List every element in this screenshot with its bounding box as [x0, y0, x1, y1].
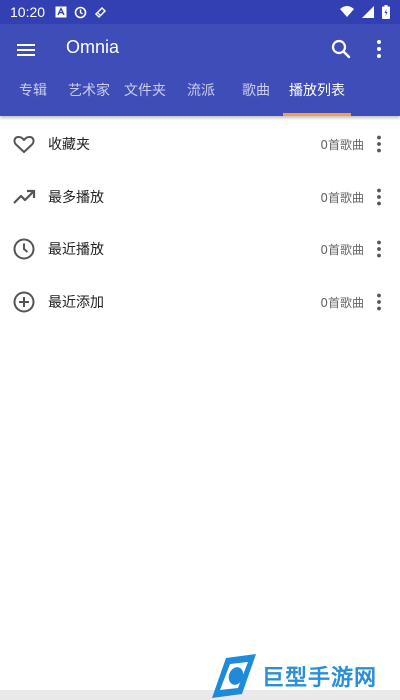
trending-up-icon	[13, 189, 36, 204]
watermark: 巨型手游网	[210, 652, 400, 700]
status-bar: 10:20	[0, 0, 400, 24]
watermark-text: 巨型手游网	[262, 666, 378, 691]
battery-icon	[382, 5, 390, 19]
list-item-recently-added[interactable]: 最近添加 0首歌曲	[0, 276, 400, 329]
tab-playlists[interactable]: 播放列表	[283, 76, 351, 116]
pencil-tag-icon	[94, 6, 107, 18]
status-time: 10:20	[10, 4, 46, 20]
list-item-recently-played[interactable]: 最近播放 0首歌曲	[0, 223, 400, 276]
list-item-favorites[interactable]: 收藏夹 0首歌曲	[0, 118, 400, 171]
status-left-icons	[55, 6, 107, 19]
more-vert-icon[interactable]	[372, 187, 386, 207]
app-title: Omnia	[66, 37, 120, 57]
list-item-most-played[interactable]: 最多播放 0首歌曲	[0, 171, 400, 224]
signal-icon	[362, 6, 374, 18]
tab-active-indicator	[283, 113, 351, 116]
clock-alarm-icon	[74, 6, 87, 18]
playlist-song-count: 0首歌曲	[320, 138, 364, 152]
clock-icon	[13, 238, 35, 260]
hamburger-menu-icon[interactable]	[16, 40, 36, 60]
status-right-icons	[340, 0, 390, 24]
tab-albums[interactable]: 专辑	[8, 76, 58, 116]
heart-icon	[13, 135, 35, 153]
tab-folders[interactable]: 文件夹	[120, 76, 170, 116]
playlist-song-count: 0首歌曲	[320, 243, 364, 257]
tab-bar: 专辑 艺术家 文件夹 流派 歌曲 播放列表	[0, 76, 400, 116]
playlist-label: 收藏夹	[48, 137, 90, 153]
wifi-icon	[340, 6, 354, 17]
playlist-label: 最多播放	[48, 189, 104, 206]
playlist-label: 最近添加	[48, 294, 104, 311]
watermark-logo-icon	[212, 654, 256, 698]
playlist-song-count: 0首歌曲	[320, 295, 364, 310]
app-bar: Omnia	[0, 24, 400, 76]
tab-artists[interactable]: 艺术家	[64, 76, 114, 116]
tab-genres[interactable]: 流派	[176, 76, 226, 116]
more-vert-icon[interactable]	[372, 239, 386, 259]
playlist-label: 最近播放	[48, 242, 104, 258]
more-vert-icon[interactable]	[370, 38, 388, 60]
playlist-list: 收藏夹 0首歌曲 最多播放 0首歌曲 最近播放 0首歌曲 最近添加 0首歌曲	[0, 118, 400, 328]
notification-a-icon	[55, 6, 67, 18]
search-icon[interactable]	[330, 38, 352, 60]
tab-songs[interactable]: 歌曲	[231, 76, 281, 116]
playlist-song-count: 0首歌曲	[320, 190, 364, 205]
add-circle-icon	[13, 291, 35, 312]
more-vert-icon[interactable]	[372, 292, 386, 312]
more-vert-icon[interactable]	[372, 134, 386, 154]
